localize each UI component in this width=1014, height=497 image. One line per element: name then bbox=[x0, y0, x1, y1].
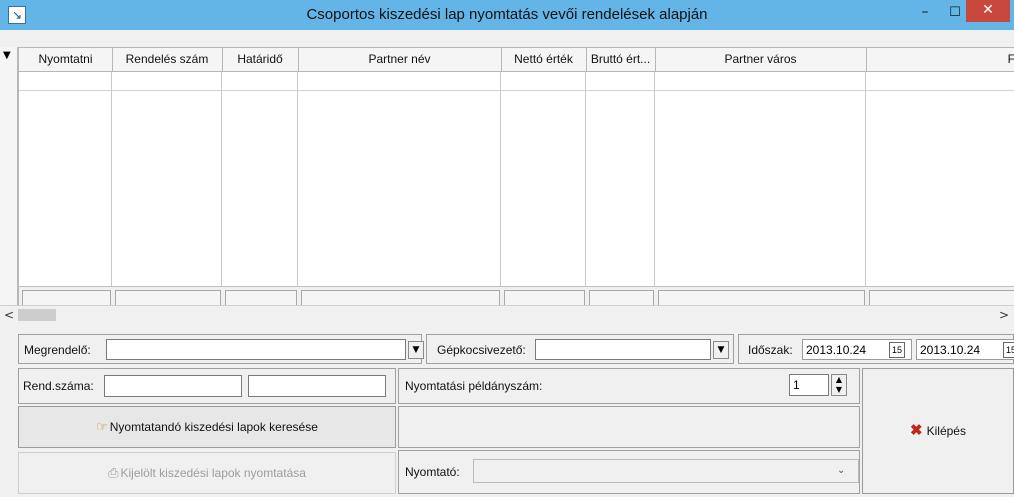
column-header-rendeles-szam[interactable]: Rendelés szám bbox=[112, 48, 223, 71]
period-label: Időszak: bbox=[748, 343, 793, 357]
column-menu-icon[interactable]: ▼ bbox=[3, 50, 11, 61]
copies-label: Nyomtatási példányszám: bbox=[405, 379, 543, 393]
column-header-netto-ertek[interactable]: Nettó érték bbox=[501, 48, 587, 71]
column-divider bbox=[654, 72, 655, 308]
driver-filter-panel: Gépkocsivezető: ▼ bbox=[426, 334, 734, 364]
driver-label: Gépkocsivezető: bbox=[437, 343, 526, 357]
spin-up-icon[interactable]: ▲ bbox=[832, 375, 846, 385]
column-header-partner-varos[interactable]: Partner város bbox=[655, 48, 867, 71]
spacer-panel bbox=[398, 406, 860, 448]
scrollbar-thumb[interactable] bbox=[18, 309, 56, 321]
column-divider bbox=[865, 72, 866, 308]
chevron-down-icon[interactable]: ⌄ bbox=[837, 465, 845, 476]
exit-button-label: Kilépés bbox=[926, 424, 966, 438]
column-header-partner-nev[interactable]: Partner név bbox=[298, 48, 502, 71]
horizontal-scrollbar[interactable]: > bbox=[18, 305, 1014, 323]
order-number-to-input[interactable] bbox=[248, 375, 386, 397]
period-filter-panel: Időszak: 2013.10.24 15 2013.10.24 15 bbox=[738, 334, 1014, 364]
grid-new-row[interactable] bbox=[19, 72, 1014, 91]
order-number-from-input[interactable] bbox=[104, 375, 242, 397]
copies-input[interactable]: 1 bbox=[789, 374, 829, 396]
search-picking-lists-button[interactable]: ☞ Nyomtatandó kiszedési lapok keresése bbox=[18, 406, 396, 448]
spin-down-icon[interactable]: ▼ bbox=[832, 385, 846, 395]
printer-panel: Nyomtató: ⌄ bbox=[398, 450, 860, 494]
copies-panel: Nyomtatási példányszám: 1 ▲ ▼ bbox=[398, 368, 860, 404]
date-to-value: 2013.10.24 bbox=[920, 343, 981, 357]
column-divider bbox=[221, 72, 222, 308]
red-x-icon: ✖ bbox=[910, 422, 923, 439]
scroll-right-icon[interactable]: > bbox=[996, 306, 1012, 324]
grid-header: Nyomtatni Rendelés szám Határidő Partner… bbox=[19, 48, 1014, 72]
minimize-button[interactable]: – bbox=[910, 2, 940, 24]
chevron-down-icon[interactable]: ▼ bbox=[408, 341, 424, 359]
printer-icon: ⎙ bbox=[108, 465, 119, 480]
column-header-brutto-ertek[interactable]: Bruttó ért... bbox=[586, 48, 656, 71]
column-divider bbox=[585, 72, 586, 308]
customer-combobox[interactable] bbox=[106, 339, 406, 360]
column-header-hatarido[interactable]: Határidő bbox=[222, 48, 299, 71]
driver-combobox[interactable] bbox=[535, 339, 711, 360]
column-header-nyomtatni[interactable]: Nyomtatni bbox=[19, 48, 113, 71]
customer-label: Megrendelő: bbox=[24, 343, 91, 357]
close-button[interactable]: ✕ bbox=[966, 0, 1010, 22]
scroll-left-icon[interactable]: < bbox=[2, 306, 16, 324]
scrollbar-corner: < bbox=[0, 305, 18, 323]
print-button-label: Kijelölt kiszedési lapok nyomtatása bbox=[120, 466, 306, 480]
copies-stepper[interactable]: ▲ ▼ bbox=[831, 374, 847, 396]
column-divider bbox=[500, 72, 501, 308]
pointing-hand-icon: ☞ bbox=[96, 419, 108, 434]
date-to-field[interactable]: 2013.10.24 15 bbox=[916, 339, 1014, 360]
column-divider bbox=[297, 72, 298, 308]
order-number-panel: Rend.száma: bbox=[18, 368, 396, 404]
calendar-icon[interactable]: 15 bbox=[889, 342, 905, 358]
customer-filter-panel: Megrendelő: ▼ bbox=[18, 334, 424, 364]
print-selected-button[interactable]: ⎙ Kijelölt kiszedési lapok nyomtatása bbox=[18, 452, 396, 494]
exit-button[interactable]: ✖ Kilépés bbox=[862, 368, 1014, 494]
column-divider bbox=[111, 72, 112, 308]
order-number-label: Rend.száma: bbox=[23, 379, 94, 393]
calendar-icon[interactable]: 15 bbox=[1003, 342, 1014, 358]
column-header-partial[interactable]: F bbox=[866, 48, 1014, 71]
search-button-label: Nyomtatandó kiszedési lapok keresése bbox=[109, 420, 318, 434]
date-from-field[interactable]: 2013.10.24 15 bbox=[802, 339, 912, 360]
grid-row-indicator-column: ▼ bbox=[0, 47, 18, 307]
chevron-down-icon[interactable]: ▼ bbox=[713, 341, 729, 359]
orders-grid[interactable]: Nyomtatni Rendelés szám Határidő Partner… bbox=[18, 47, 1014, 308]
window-title: Csoportos kiszedési lap nyomtatás vevői … bbox=[306, 6, 708, 23]
printer-select[interactable] bbox=[473, 459, 859, 483]
date-from-value: 2013.10.24 bbox=[806, 343, 867, 357]
printer-label: Nyomtató: bbox=[405, 465, 460, 479]
